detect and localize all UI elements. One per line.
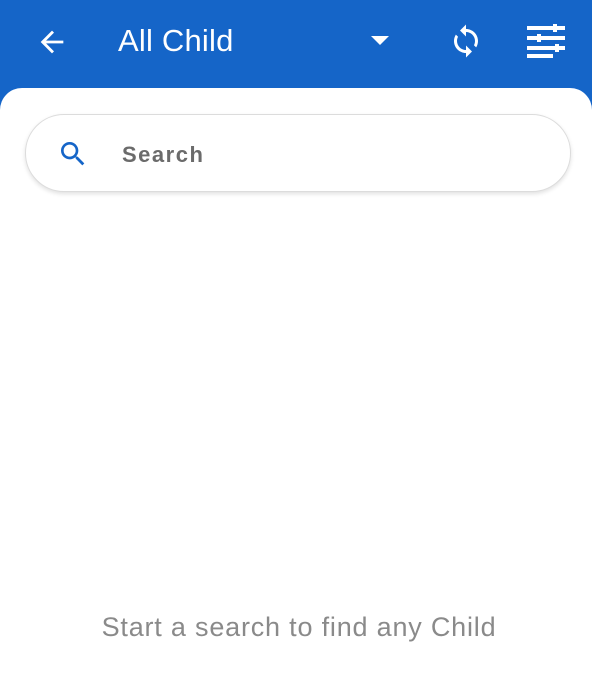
filter-button[interactable] [522, 17, 570, 65]
app-bar: All Child [0, 0, 592, 100]
search-input[interactable] [120, 133, 544, 177]
sync-button[interactable] [442, 17, 490, 65]
content-panel: Start a search to find any Child [0, 88, 592, 696]
back-button[interactable] [28, 18, 76, 66]
caret-down-icon [371, 36, 389, 45]
page-title: All Child [118, 23, 234, 58]
filter-list-icon [527, 24, 565, 58]
search-icon [61, 142, 85, 166]
empty-state-message: Start a search to find any Child [101, 612, 497, 642]
sync-icon [454, 24, 478, 58]
child-filter-dropdown[interactable]: All Child [118, 18, 398, 64]
arrow-left-icon [40, 30, 64, 54]
search-bar[interactable] [25, 114, 571, 192]
